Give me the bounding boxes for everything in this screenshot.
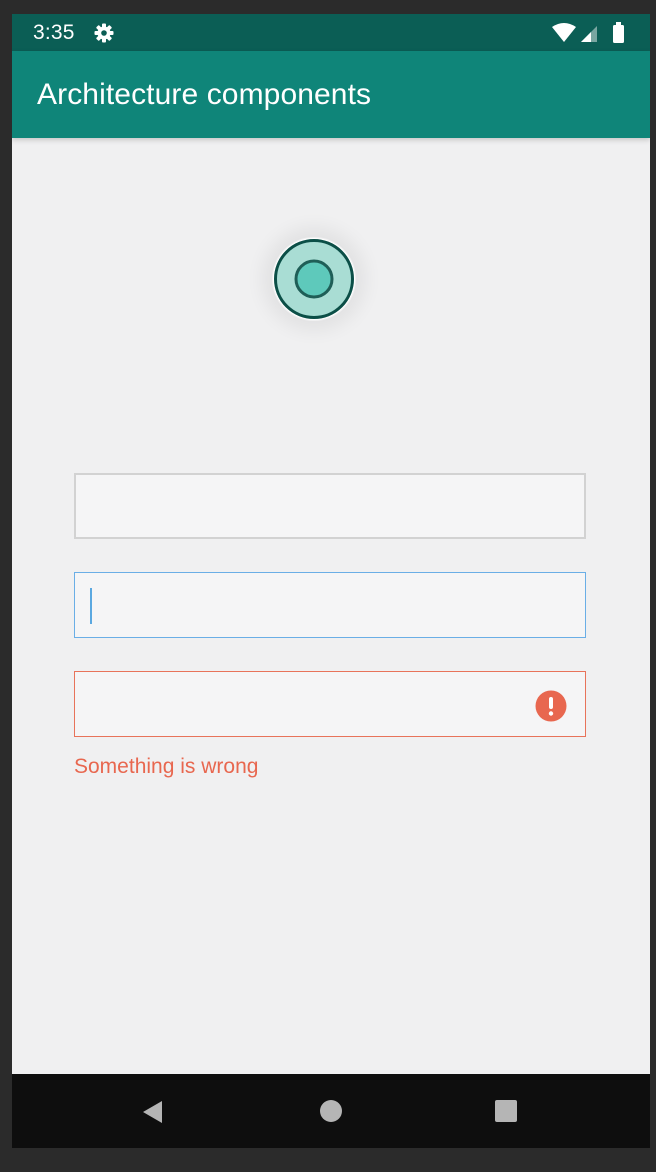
wifi-icon [552,23,576,42]
text-field-3-error[interactable] [74,671,586,737]
error-message: Something is wrong [74,755,259,778]
status-time: 3:35 [33,21,75,44]
device-screen: 3:35 Architecture components Something i… [12,14,650,1148]
status-bar: 3:35 [12,14,650,51]
main-content: Something is wrong [12,138,650,1074]
text-input-3[interactable] [89,672,529,736]
cellular-signal-icon [581,26,597,42]
recents-icon[interactable] [495,1100,517,1122]
home-icon[interactable] [320,1100,342,1122]
app-title: Architecture components [37,78,372,111]
back-icon[interactable] [140,1099,166,1125]
text-input-1[interactable] [90,475,530,537]
app-bar: Architecture components [12,51,650,138]
navigation-bar [12,1074,650,1148]
battery-icon [613,22,624,43]
text-field-1[interactable] [74,473,586,539]
error-icon [535,690,567,722]
text-input-2[interactable] [89,573,529,637]
status-indicators [552,22,630,44]
gear-icon [94,23,114,43]
app-logo-icon [272,237,356,321]
text-field-2-focused[interactable] [74,572,586,638]
